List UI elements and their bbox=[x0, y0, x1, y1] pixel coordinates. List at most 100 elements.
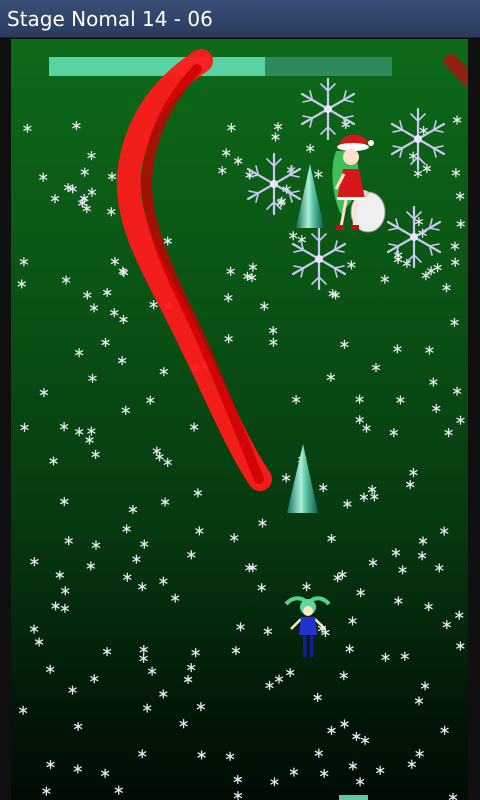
snow-bullet bbox=[314, 748, 323, 758]
snow-bullet bbox=[440, 725, 449, 735]
snow-bullet bbox=[73, 764, 82, 774]
snow-bullet bbox=[187, 662, 196, 673]
snow-bullet bbox=[376, 765, 385, 776]
snow-bullet bbox=[39, 387, 49, 398]
snow-bullet bbox=[195, 526, 204, 536]
snow-bullet bbox=[189, 422, 199, 432]
snow-bullet bbox=[319, 483, 328, 493]
snow-bullet bbox=[433, 262, 442, 273]
snow-bullet bbox=[355, 394, 364, 404]
boss-santa-girl bbox=[332, 134, 386, 233]
snow-bullet bbox=[224, 293, 233, 303]
snow-bullet bbox=[356, 588, 365, 598]
snow-bullet bbox=[103, 287, 112, 298]
snow-bullet bbox=[163, 457, 172, 467]
snow-bullet bbox=[451, 257, 460, 267]
snow-bullet bbox=[86, 561, 95, 571]
snow-bullet bbox=[74, 348, 84, 358]
snow-bullet bbox=[171, 593, 180, 603]
snow-bullet bbox=[444, 427, 453, 438]
snow-bullet bbox=[333, 573, 342, 583]
player-character[interactable] bbox=[284, 596, 331, 657]
snow-bullet bbox=[146, 395, 155, 405]
snow-bullet bbox=[306, 143, 315, 154]
snow-bullet bbox=[381, 652, 390, 662]
snow-bullet bbox=[320, 768, 329, 779]
snow-bullet bbox=[352, 731, 361, 742]
snow-bullet bbox=[326, 372, 336, 382]
game-canvas bbox=[17, 49, 468, 800]
snow-bullet bbox=[227, 123, 236, 133]
snow-bullet bbox=[72, 121, 81, 131]
snow-bullet bbox=[30, 557, 39, 567]
snow-bullet bbox=[132, 554, 141, 564]
snow-bullet bbox=[451, 168, 461, 178]
snow-bullet bbox=[87, 150, 96, 161]
snowflake-icon bbox=[291, 227, 347, 291]
snow-bullet bbox=[183, 674, 193, 685]
snow-bullet bbox=[289, 767, 299, 777]
snow-bullet bbox=[248, 262, 258, 272]
snow-bullet bbox=[100, 768, 110, 778]
snow-bullet bbox=[340, 719, 349, 729]
snow-bullet bbox=[456, 641, 465, 651]
title-bar: Stage Nomal 14 - 06 bbox=[0, 0, 480, 38]
snow-bullet bbox=[139, 653, 148, 664]
snow-bullet bbox=[274, 674, 284, 684]
snow-bullet bbox=[179, 719, 188, 729]
snow-bullet bbox=[348, 761, 358, 771]
snow-bullet bbox=[64, 536, 73, 546]
snow-bullet bbox=[233, 790, 243, 800]
snow-bullet bbox=[313, 692, 322, 703]
snow-bullet bbox=[435, 563, 444, 573]
snow-bullet bbox=[257, 583, 266, 593]
snow-bullet bbox=[420, 681, 430, 691]
snow-bullet bbox=[398, 565, 407, 575]
snow-bullet bbox=[107, 207, 116, 217]
right-border bbox=[468, 39, 480, 800]
snow-bullet bbox=[91, 540, 101, 550]
snow-bullet bbox=[393, 344, 402, 354]
snow-bullet bbox=[260, 301, 269, 311]
snow-bullet bbox=[355, 415, 364, 425]
snow-bullet bbox=[61, 275, 71, 285]
snow-bullet bbox=[88, 373, 97, 383]
snow-bullet bbox=[321, 627, 330, 638]
snow-bullet bbox=[222, 148, 231, 158]
snow-bullet bbox=[68, 685, 77, 695]
snow-bullet bbox=[42, 786, 51, 796]
snow-bullet bbox=[414, 696, 424, 706]
snow-bullet bbox=[122, 524, 131, 534]
snow-bullet bbox=[46, 759, 55, 770]
snow-bullet bbox=[265, 680, 274, 691]
snow-bullet bbox=[368, 558, 378, 568]
snow-bullet bbox=[197, 750, 206, 760]
game-playfield[interactable] bbox=[11, 39, 468, 800]
snow-bullet bbox=[73, 721, 83, 732]
snow-bullet bbox=[230, 533, 239, 543]
snowflake-icon bbox=[246, 152, 302, 216]
snow-bullet bbox=[20, 422, 29, 433]
snow-bullet bbox=[89, 303, 99, 313]
snow-bullet bbox=[121, 405, 130, 415]
snow-bullet bbox=[442, 620, 451, 630]
snow-bullet bbox=[110, 308, 119, 318]
snow-bullet bbox=[396, 395, 405, 405]
snow-bullet bbox=[225, 751, 235, 762]
snow-bullet bbox=[39, 172, 48, 182]
snow-bullet bbox=[302, 582, 311, 592]
snow-bullet bbox=[143, 703, 152, 713]
snow-bullet bbox=[452, 386, 462, 396]
snow-bullet bbox=[314, 169, 323, 179]
snow-bullet bbox=[138, 582, 147, 592]
snow-bullet bbox=[347, 260, 356, 270]
snow-bullet bbox=[391, 548, 401, 558]
snow-bullet bbox=[82, 203, 91, 214]
snow-bullet bbox=[452, 115, 462, 125]
snow-bullet bbox=[128, 504, 138, 515]
snow-bullet bbox=[140, 539, 149, 549]
snow-bullet bbox=[271, 132, 280, 142]
snow-bullet bbox=[60, 603, 70, 614]
snow-bullet bbox=[75, 427, 84, 437]
snow-bullet bbox=[49, 456, 58, 466]
